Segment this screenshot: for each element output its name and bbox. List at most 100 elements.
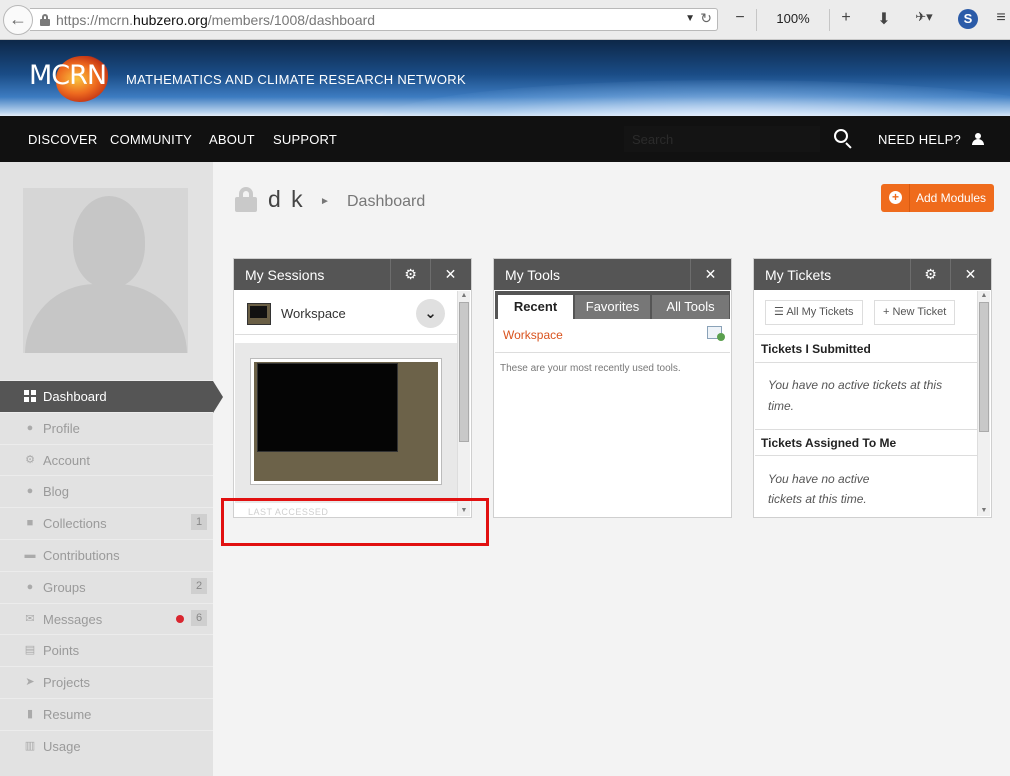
zoom-in-button[interactable]: + [838, 9, 854, 27]
sidebar-item-label: Collections [43, 516, 107, 532]
zoom-out-button[interactable]: − [732, 9, 748, 27]
new-ticket-button[interactable]: + New Ticket [874, 300, 956, 325]
scrollbar[interactable]: ▲ ▼ [977, 291, 990, 516]
tab-favorites[interactable]: Favorites [575, 295, 650, 319]
session-preview [235, 343, 457, 503]
search-input[interactable]: Search [624, 126, 820, 152]
all-my-tickets-button[interactable]: ☰ All My Tickets [765, 300, 863, 325]
module-title: My Sessions [245, 267, 325, 283]
browser-toolbar: https://mcrn.hubzero.org/members/1008/da… [0, 0, 1010, 40]
gear-icon[interactable]: ⚙ [910, 259, 950, 290]
messages-count-badge: 6 [191, 609, 207, 626]
sidebar-item-label: Dashboard [43, 389, 107, 404]
tab-recent[interactable]: Recent [498, 295, 573, 319]
sidebar-item-label: Resume [43, 706, 92, 722]
session-name[interactable]: Workspace [281, 306, 346, 321]
avatar[interactable] [23, 188, 188, 353]
session-screenshot[interactable] [250, 358, 442, 485]
sidebar-item-label: Points [43, 643, 80, 659]
nav-community[interactable]: COMMUNITY [110, 132, 192, 147]
member-menu: Dashboard ● Profile ⚙ Account ● Blog ■ C… [0, 380, 223, 762]
module-header: My Tools ✕ [494, 259, 731, 290]
zoom-level[interactable]: 100% [760, 11, 826, 26]
extension-s-icon[interactable]: S [958, 9, 978, 29]
users-icon: ● [26, 580, 34, 593]
member-sidebar: Dashboard ● Profile ⚙ Account ● Blog ■ C… [0, 162, 223, 776]
sidebar-item-label: Projects [43, 675, 90, 691]
page-title: d k [268, 186, 305, 212]
sidebar-item-label: Blog [43, 484, 70, 500]
sidebar-item-contributions[interactable]: ▬ Contributions [0, 538, 213, 571]
site-tagline: MATHEMATICS AND CLIMATE RESEARCH NETWORK [126, 72, 466, 87]
nav-support[interactable]: SUPPORT [273, 132, 337, 147]
sidebar-item-points[interactable]: ▤ Points [0, 634, 213, 666]
sidebar-item-label: Messages [43, 611, 103, 627]
sidebar-item-resume[interactable]: ▮ Resume [0, 697, 213, 730]
chart-icon: ▥ [24, 739, 36, 752]
tool-link[interactable]: Workspace [503, 328, 563, 342]
add-favorite-icon[interactable] [707, 326, 725, 341]
gear-icon[interactable]: ⚙ [390, 259, 430, 290]
envelope-icon: ✉ [25, 612, 35, 625]
sidebar-item-projects[interactable]: ➤ Projects [0, 666, 213, 698]
breadcrumb: Dashboard [347, 193, 426, 210]
extension-icon[interactable]: ✈▾ [910, 9, 938, 25]
tools-note: These are your most recently used tools. [500, 363, 681, 374]
close-icon[interactable]: ✕ [950, 259, 990, 290]
scrollbar[interactable]: ▲ ▼ [457, 291, 470, 516]
download-icon[interactable]: ⬇ [876, 9, 892, 29]
my-sessions-module: My Sessions ⚙ ✕ Workspace ⌄ LAST ACCESSE… [233, 258, 472, 518]
close-icon[interactable]: ✕ [430, 259, 470, 290]
module-header: My Tickets ⚙ ✕ [754, 259, 991, 290]
nav-discover[interactable]: DISCOVER [28, 132, 98, 147]
tickets-assigned-heading: Tickets Assigned To Me [755, 429, 977, 456]
plus-icon: + [881, 184, 910, 212]
sidebar-item-label: Profile [43, 420, 80, 436]
need-help-link[interactable]: NEED HELP? [878, 132, 961, 147]
sidebar-item-label: Contributions [43, 547, 120, 563]
user-icon: ● [26, 421, 34, 434]
my-tickets-module: My Tickets ⚙ ✕ ☰ All My Tickets + New Ti… [753, 258, 992, 518]
back-button[interactable]: ← [3, 5, 33, 35]
menu-icon[interactable]: ≡ [996, 9, 1006, 27]
sidebar-item-groups[interactable]: ● Groups 2 [0, 570, 213, 603]
list-icon: ☰ [774, 306, 787, 318]
my-tools-module: My Tools ✕ Recent Favorites All Tools Wo… [493, 258, 732, 518]
lock-icon [40, 14, 50, 26]
url-text[interactable]: https://mcrn.hubzero.org/members/1008/da… [56, 12, 375, 28]
sidebar-item-blog[interactable]: ● Blog [0, 475, 213, 507]
coins-icon: ▤ [24, 644, 36, 657]
sidebar-item-messages[interactable]: ✉ Messages 6 [0, 602, 213, 635]
chevron-down-icon[interactable]: ⌄ [416, 299, 445, 328]
sidebar-item-collections[interactable]: ■ Collections 1 [0, 507, 213, 539]
sidebar-item-usage[interactable]: ▥ Usage [0, 729, 213, 762]
session-item[interactable]: Workspace ⌄ [235, 291, 457, 335]
url-dropdown-icon[interactable]: ▼ [685, 13, 695, 24]
nav-about[interactable]: ABOUT [209, 132, 255, 147]
tickets-submitted-heading: Tickets I Submitted [755, 336, 977, 363]
module-header: My Sessions ⚙ ✕ [234, 259, 471, 290]
tools-tabs: Recent Favorites All Tools [495, 291, 730, 319]
sidebar-item-dashboard[interactable]: Dashboard [0, 380, 223, 413]
lock-icon [235, 187, 257, 212]
site-logo[interactable]: MCRN [29, 60, 107, 91]
module-title: My Tickets [765, 267, 832, 283]
gears-icon: ⚙ [25, 453, 35, 466]
sidebar-item-label: Account [43, 452, 90, 468]
close-icon[interactable]: ✕ [690, 259, 730, 290]
grid-icon [24, 390, 36, 402]
add-modules-button[interactable]: + Add Modules [881, 184, 994, 212]
breadcrumb-arrow-icon: ► [320, 196, 330, 207]
tab-all-tools[interactable]: All Tools [652, 295, 729, 319]
send-icon: ➤ [25, 676, 35, 689]
user-menu-icon[interactable] [972, 133, 984, 145]
url-bar[interactable]: https://mcrn.hubzero.org/members/1008/da… [30, 8, 718, 31]
sidebar-item-account[interactable]: ⚙ Account [0, 443, 213, 476]
sidebar-item-label: Groups [43, 579, 86, 595]
main-nav: DISCOVER COMMUNITY ABOUT SUPPORT Search … [0, 116, 1010, 162]
search-icon[interactable] [834, 129, 854, 149]
add-modules-label: Add Modules [916, 191, 987, 205]
reload-icon[interactable]: ↻ [700, 10, 712, 27]
sidebar-item-profile[interactable]: ● Profile [0, 411, 213, 444]
ticket-actions: ☰ All My Tickets + New Ticket [755, 291, 977, 335]
